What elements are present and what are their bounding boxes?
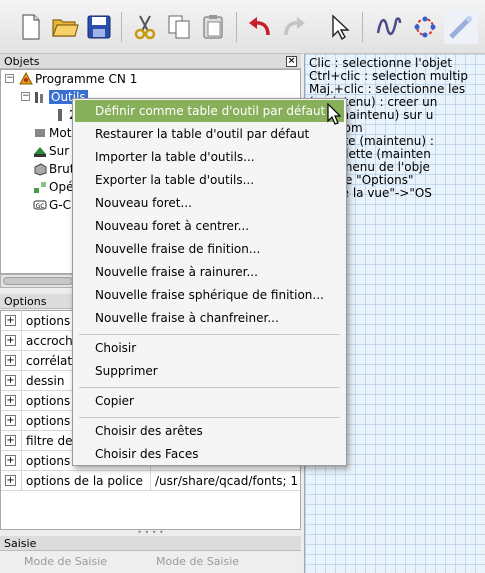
app-window: Objets × − Programme CN 1 − Outils 2 Mot… — [0, 0, 485, 573]
objects-panel-header: Objets × — [0, 54, 301, 69]
tree-item-gcode[interactable]: GC G-C — [33, 196, 71, 214]
tree-item-stock[interactable]: Brut — [33, 160, 74, 178]
tree-item-surface[interactable]: Sur — [33, 142, 69, 160]
new-file-icon[interactable] — [14, 10, 48, 44]
spline-icon[interactable] — [408, 10, 442, 44]
select-pointer-icon[interactable] — [322, 10, 356, 44]
tree-item-label: Brut — [49, 162, 75, 176]
menu-item-copy[interactable]: Copier — [75, 390, 344, 412]
saisie-panel-title: Saisie — [4, 537, 37, 550]
menu-item-new-finishing-mill[interactable]: Nouvelle fraise de finition... — [75, 238, 344, 260]
table-row[interactable]: + options de la police/usr/share/qcad/fon… — [1, 471, 300, 491]
main-toolbar — [0, 0, 485, 54]
expand-icon[interactable]: + — [5, 435, 16, 446]
zoom-icon[interactable] — [444, 10, 478, 44]
menu-item-new-drill[interactable]: Nouveau foret... — [75, 192, 344, 214]
menu-separator — [79, 417, 340, 418]
expand-icon[interactable]: + — [5, 395, 16, 406]
svg-text:GC: GC — [36, 203, 45, 210]
cut-icon[interactable] — [128, 10, 162, 44]
close-icon[interactable]: × — [286, 56, 297, 67]
surface-icon — [34, 147, 46, 157]
redo-icon[interactable] — [277, 10, 311, 44]
menu-item-import-tool-table[interactable]: Importer la table d'outils... — [75, 146, 344, 168]
expand-icon[interactable]: + — [5, 315, 16, 326]
expand-icon[interactable]: + — [5, 475, 16, 486]
tools-context-menu: Définir comme table d'outil par défaut R… — [72, 98, 347, 466]
copy-icon[interactable] — [162, 10, 196, 44]
snap-icon[interactable] — [372, 10, 406, 44]
motion-icon — [35, 129, 45, 137]
undo-icon[interactable] — [243, 10, 277, 44]
gcode-icon: GC — [33, 200, 47, 210]
options-panel-title: Options — [4, 295, 47, 308]
program-icon — [19, 72, 33, 85]
tree-item-motion[interactable]: Mot — [33, 124, 71, 142]
tree-item-label: G-C — [49, 198, 72, 212]
toolbar-separator — [121, 12, 122, 42]
menu-item-set-default-tool-table[interactable]: Définir comme table d'outil par défaut — [75, 100, 344, 122]
paste-icon[interactable] — [196, 10, 230, 44]
menu-item-new-ball-mill[interactable]: Nouvelle fraise sphérique de finition... — [75, 284, 344, 306]
objects-panel-title: Objets — [4, 55, 40, 68]
expand-icon[interactable]: + — [5, 335, 16, 346]
tree-item-label: Opé — [49, 180, 74, 194]
menu-item-restore-default-tool-table[interactable]: Restaurer la table d'outil par défaut — [75, 123, 344, 145]
save-icon[interactable] — [82, 10, 116, 44]
tree-item-label: Mot — [49, 126, 72, 140]
menu-item-new-slot-mill[interactable]: Nouvelle fraise à rainurer... — [75, 261, 344, 283]
column-header: Mode de Saisie — [156, 555, 240, 568]
menu-item-choose-edges[interactable]: Choisir des arêtes — [75, 420, 344, 442]
tree-item-program[interactable]: Programme CN 1 — [19, 70, 137, 88]
expand-icon[interactable]: + — [5, 355, 16, 366]
stock-icon — [34, 163, 47, 176]
open-folder-icon[interactable] — [48, 10, 82, 44]
tool-icon — [58, 109, 62, 121]
expand-icon[interactable]: + — [5, 375, 16, 386]
menu-item-delete[interactable]: Supprimer — [75, 360, 344, 382]
saisie-table-header: Mode de Saisie Mode de Saisie — [0, 552, 301, 573]
toolbar-separator — [362, 12, 363, 42]
tree-item-label: Programme CN 1 — [35, 72, 138, 86]
tree-item-operations[interactable]: Opé — [33, 178, 73, 196]
collapse-toggle[interactable]: − — [5, 74, 14, 83]
operations-icon — [34, 182, 46, 193]
option-name: options de la police — [21, 471, 151, 491]
menu-item-new-center-drill[interactable]: Nouveau foret à centrer... — [75, 215, 344, 237]
expand-icon[interactable]: + — [5, 415, 16, 426]
menu-separator — [79, 387, 340, 388]
toolbar-separator — [236, 12, 237, 42]
menu-separator — [79, 334, 340, 335]
option-value[interactable]: /usr/share/qcad/fonts; 1 — [151, 471, 300, 491]
menu-item-export-tool-table[interactable]: Exporter la table d'outils... — [75, 169, 344, 191]
expand-icon[interactable]: + — [5, 455, 16, 466]
tools-icon — [35, 92, 43, 103]
tree-item-label: Sur — [49, 144, 70, 158]
scrollbar-thumb[interactable] — [3, 277, 73, 285]
menu-item-new-chamfer-mill[interactable]: Nouvelle fraise à chanfreiner... — [75, 307, 344, 329]
menu-item-choose[interactable]: Choisir — [75, 337, 344, 359]
mouse-pointer-icon — [327, 103, 341, 125]
column-header: Mode de Saisie — [24, 555, 108, 568]
menu-item-choose-faces[interactable]: Choisir des Faces — [75, 443, 344, 465]
saisie-panel-header: Saisie — [0, 536, 301, 551]
collapse-toggle[interactable]: − — [21, 92, 30, 101]
